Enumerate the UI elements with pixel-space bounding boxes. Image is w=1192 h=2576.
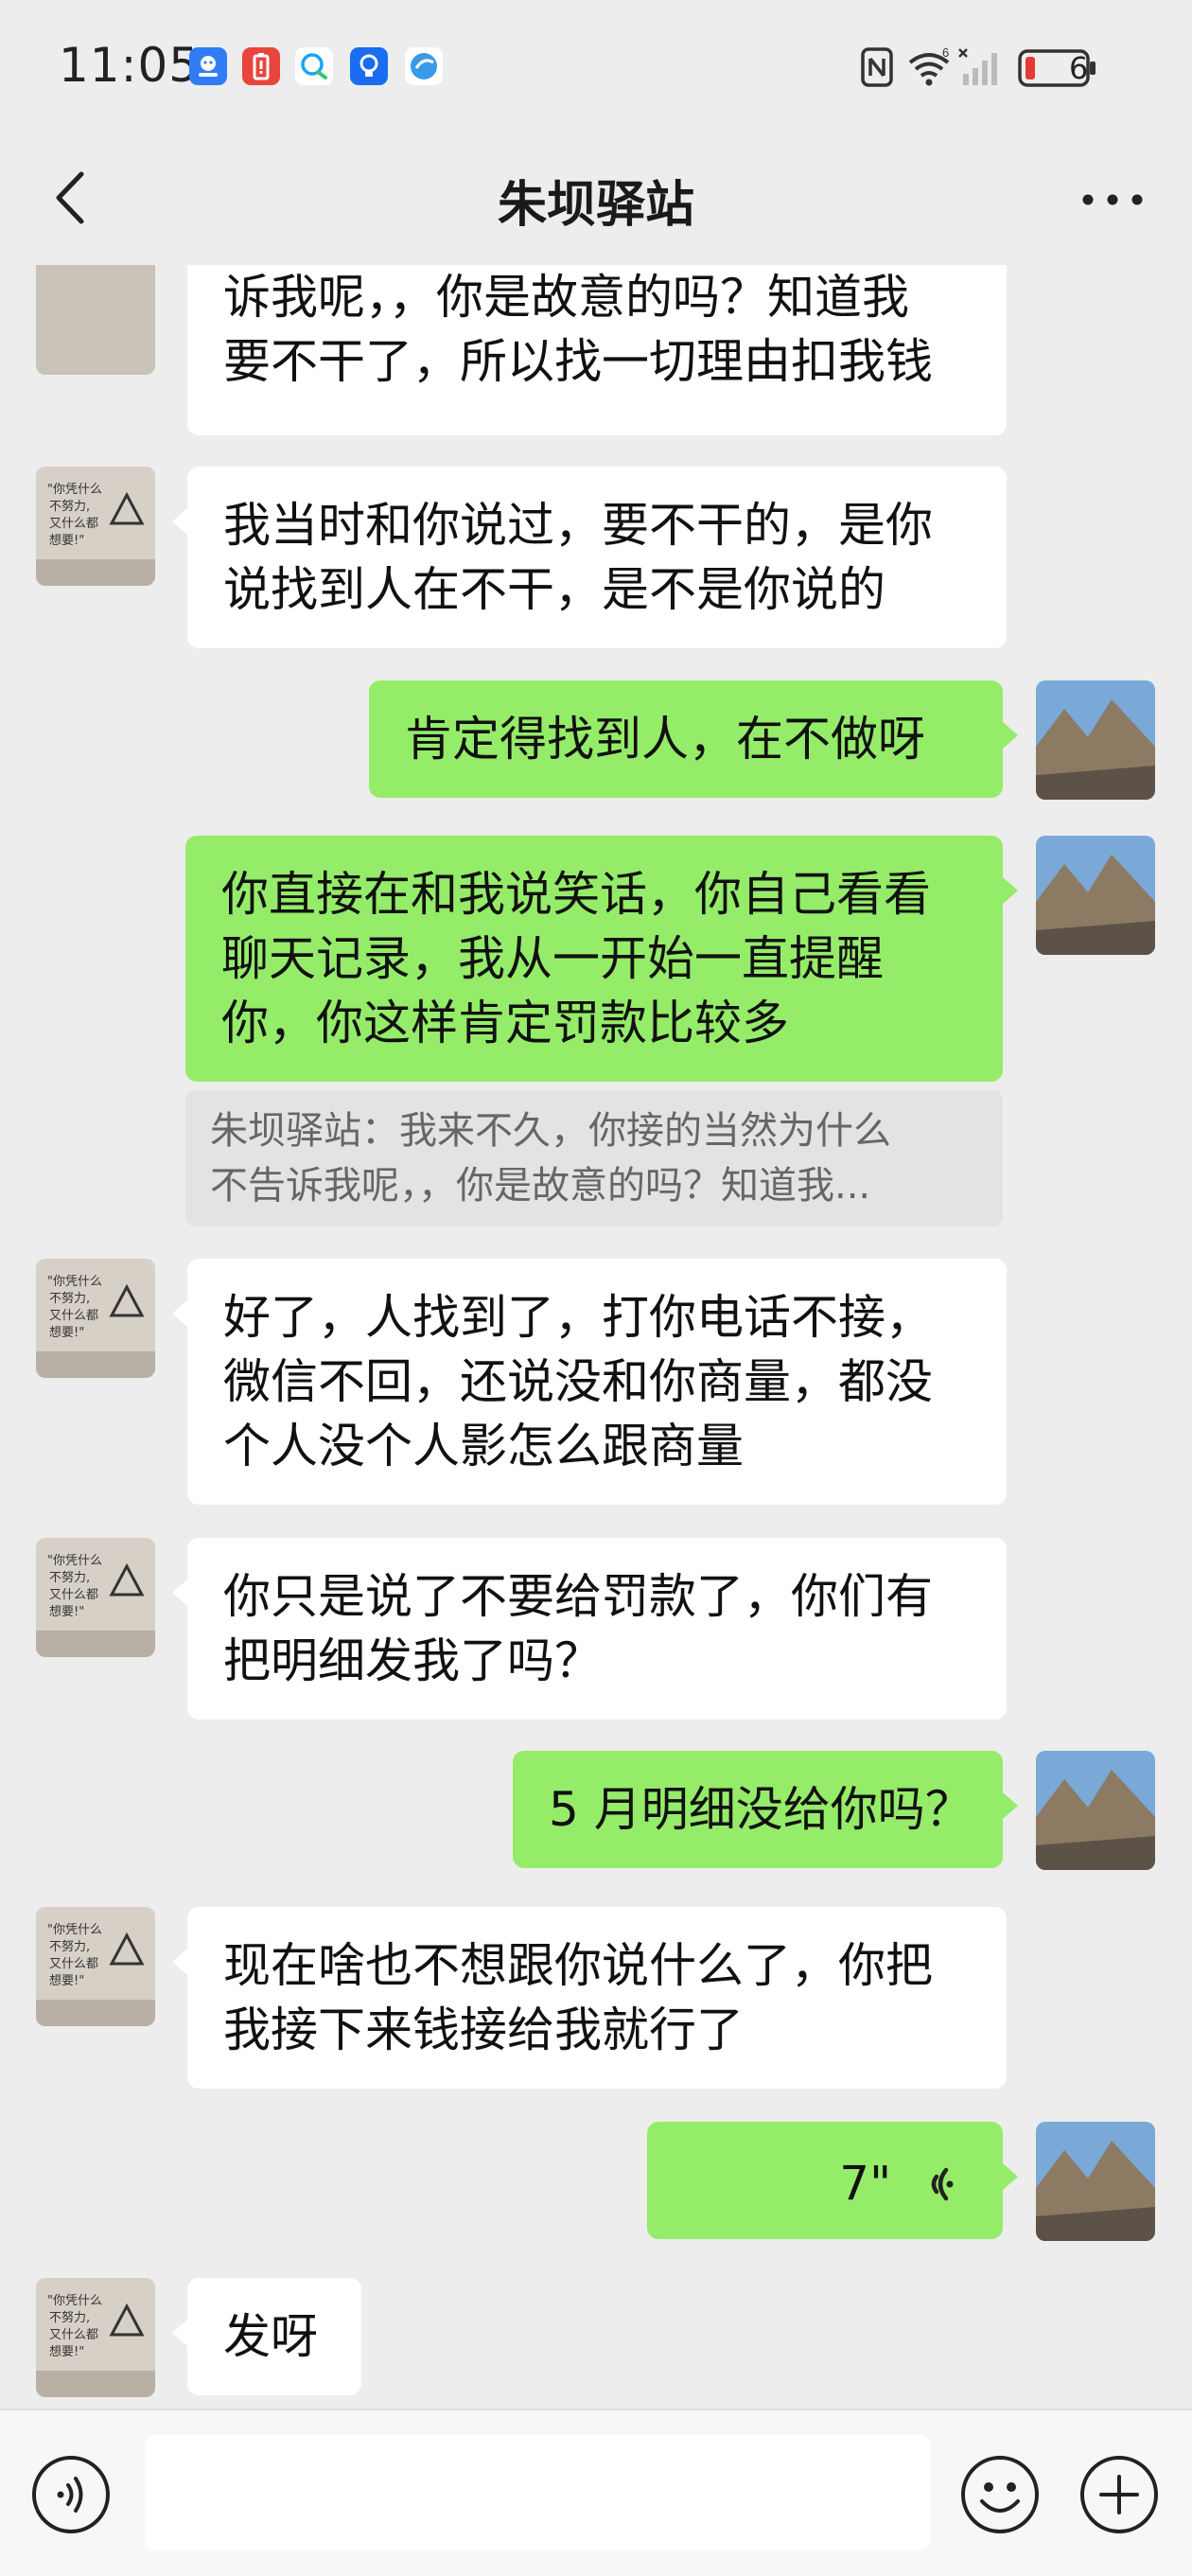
emoji-icon (961, 2456, 1039, 2533)
my-avatar[interactable] (1036, 836, 1155, 955)
status-bar: 11:05 6 6 (0, 0, 1192, 132)
nfc-icon (861, 47, 893, 87)
more-dots-icon (1082, 194, 1143, 205)
message-bubble[interactable]: 你直接在和我说笑话，你自己看看 聊天记录，我从一开始一直提醒 你，你这样肯定罚款… (185, 836, 1018, 1082)
message-bubble[interactable]: 发呀 (172, 2278, 361, 2395)
contact-avatar[interactable]: "你凭什么 不努力, 又什么都 想要!" (36, 1907, 155, 2026)
contact-avatar[interactable]: "你凭什么 不努力, 又什么都 想要!" (36, 467, 155, 586)
svg-text:"你凭什么: "你凭什么 (47, 1923, 102, 1937)
message-bubble[interactable]: 好了，人找到了，打你电话不接， 微信不回，还说没和你商量，都没 个人没个人影怎么… (172, 1259, 1007, 1505)
signal-icon (958, 48, 997, 85)
message-outgoing-voice: 7" (0, 2122, 1192, 2245)
battery-level: 6 (1069, 50, 1089, 86)
battery-alert-notification-icon (242, 47, 280, 85)
message-incoming: "你凭什么 不努力, 又什么都 想要!" 好了，人找到了，打你电话不接， 微信不… (0, 1259, 1192, 1505)
svg-text:想要!": 想要!" (49, 1325, 84, 1340)
svg-text:不努力,: 不努力, (49, 1292, 90, 1306)
svg-text:不努力,: 不努力, (49, 1571, 90, 1585)
message-bubble[interactable]: 我当时和你说过，要不干的，是你 说找到人在不干，是不是你说的 (172, 467, 1007, 648)
message-bubble[interactable]: 5 月明细没给你吗？ (513, 1751, 1018, 1868)
app-notification-icon (189, 47, 227, 85)
svg-text:6: 6 (942, 45, 949, 60)
svg-text:又什么都: 又什么都 (49, 2328, 98, 2342)
contact-avatar[interactable]: "你凭什么 不努力, 又什么都 想要!" (36, 1538, 155, 1657)
wifi-icon: 6 (908, 45, 950, 86)
svg-text:想要!": 想要!" (49, 533, 84, 548)
status-time: 11:05 (59, 38, 201, 93)
chat-title: 朱坝驿站 (497, 177, 694, 234)
idea-app-notification-icon (350, 47, 388, 85)
contact-avatar[interactable]: "你凭什么 不努力, 又什么都 想要!" (36, 2278, 155, 2397)
my-avatar[interactable] (1036, 680, 1155, 800)
message-incoming: "你凭什么 不努力, 又什么都 想要!" 发呀 (0, 2278, 1192, 2401)
more-options-button[interactable] (1075, 167, 1150, 233)
svg-text:又什么都: 又什么都 (49, 1588, 98, 1602)
svg-text:想要!": 想要!" (49, 2344, 84, 2359)
message-list[interactable]: 诉我呢，，你是故意的吗？知道我 要不干了，所以找一切理由扣我钱 "你凭什么 不努… (0, 265, 1192, 2408)
message-input[interactable] (145, 2435, 930, 2550)
input-bar (0, 2408, 1192, 2576)
svg-text:又什么都: 又什么都 (49, 1309, 98, 1323)
voice-message-bubble[interactable]: 7" (647, 2122, 1018, 2239)
svg-text:不努力,: 不努力, (49, 2311, 90, 2325)
contact-avatar[interactable] (36, 265, 155, 375)
chat-app-notification-icon (295, 47, 333, 85)
voice-duration: 7" (839, 2156, 892, 2212)
message-outgoing: 5 月明细没给你吗？ (0, 1751, 1192, 1874)
message-bubble[interactable]: 现在啥也不想跟你说什么了，你把 我接下来钱接给我就行了 (172, 1907, 1007, 2089)
svg-text:又什么都: 又什么都 (49, 517, 98, 531)
message-bubble[interactable]: 肯定得找到人，在不做呀 (369, 680, 1018, 798)
emoji-button[interactable] (959, 2454, 1041, 2535)
message-outgoing: 你直接在和我说笑话，你自己看看 聊天记录，我从一开始一直提醒 你，你这样肯定罚款… (0, 836, 1192, 1082)
svg-text:不努力,: 不努力, (49, 500, 90, 514)
voice-wave-icon (931, 2167, 954, 2200)
svg-text:想要!": 想要!" (49, 1973, 84, 1988)
message-incoming: "你凭什么 不努力, 又什么都 想要!" 我当时和你说过，要不干的，是你 说找到… (0, 467, 1192, 648)
svg-text:"你凭什么: "你凭什么 (47, 483, 102, 497)
contact-avatar[interactable]: "你凭什么 不努力, 又什么都 想要!" (36, 1259, 155, 1378)
message-outgoing: 肯定得找到人，在不做呀 (0, 680, 1192, 803)
svg-text:"你凭什么: "你凭什么 (47, 1275, 102, 1289)
svg-text:"你凭什么: "你凭什么 (47, 2294, 102, 2308)
my-avatar[interactable] (1036, 2122, 1155, 2241)
svg-text:想要!": 想要!" (49, 1604, 84, 1619)
message-bubble[interactable]: 诉我呢，，你是故意的吗？知道我 要不干了，所以找一切理由扣我钱 (187, 265, 1007, 435)
svg-text:不努力,: 不努力, (49, 1940, 90, 1954)
message-incoming: "你凭什么 不努力, 又什么都 想要!" 你只是说了不要给罚款了，你们有 把明细… (0, 1538, 1192, 1720)
system-indicators: 6 (861, 45, 1145, 89)
svg-text:又什么都: 又什么都 (49, 1957, 98, 1971)
chat-header: 朱坝驿站 (0, 132, 1192, 265)
svg-text:"你凭什么: "你凭什么 (47, 1554, 102, 1568)
message-incoming: "你凭什么 不努力, 又什么都 想要!" 现在啥也不想跟你说什么了，你把 我接下… (0, 1907, 1192, 2089)
message-incoming: 诉我呢，，你是故意的吗？知道我 要不干了，所以找一切理由扣我钱 (0, 265, 1192, 435)
voice-icon (32, 2456, 110, 2533)
more-actions-button[interactable] (1078, 2454, 1160, 2535)
my-avatar[interactable] (1036, 1751, 1155, 1870)
plus-icon (1080, 2456, 1158, 2533)
message-bubble[interactable]: 你只是说了不要给罚款了，你们有 把明细发我了吗？ (172, 1538, 1007, 1720)
quoted-message[interactable]: 朱坝驿站：我来不久，你接的当然为什么 不告诉我呢，，你是故意的吗？知道我... (185, 1090, 1003, 1226)
voice-input-button[interactable] (30, 2454, 112, 2535)
browser-notification-icon (405, 47, 443, 85)
